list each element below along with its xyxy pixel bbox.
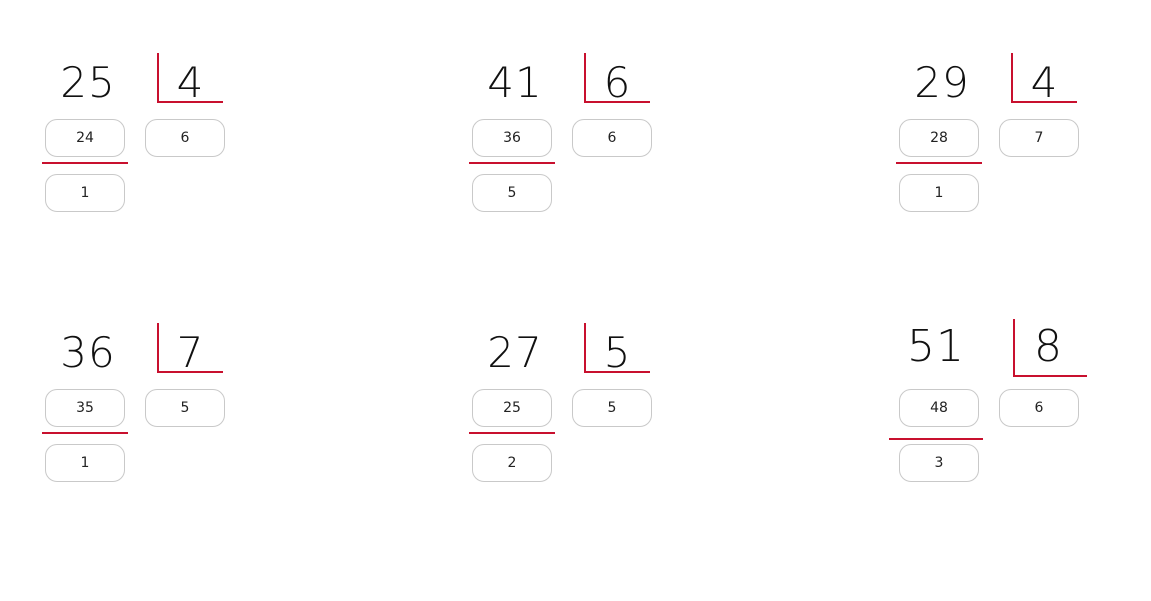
divisor: 5	[603, 328, 631, 377]
remainder-input[interactable]	[472, 174, 552, 212]
remainder-input[interactable]	[899, 174, 979, 212]
quotient-input[interactable]	[145, 389, 225, 427]
divisor: 7	[176, 328, 204, 377]
remainder-input[interactable]	[45, 444, 125, 482]
dividend: 41	[487, 58, 543, 107]
subtraction-line	[42, 162, 128, 164]
division-problem-6: 51 8	[889, 319, 1099, 503]
dividend: 36	[60, 328, 116, 377]
dividend: 27	[487, 328, 543, 377]
subtracted-input[interactable]	[472, 389, 552, 427]
remainder-input[interactable]	[45, 174, 125, 212]
subtracted-input[interactable]	[45, 389, 125, 427]
division-problem-5: 27 5	[469, 323, 672, 503]
subtraction-line	[469, 162, 555, 164]
divisor: 4	[1030, 58, 1058, 107]
division-problem-2: 41 6	[469, 53, 672, 233]
dividend: 29	[914, 58, 970, 107]
remainder-input[interactable]	[899, 444, 979, 482]
division-problem-1: 25 4	[42, 53, 245, 233]
quotient-input[interactable]	[572, 389, 652, 427]
subtracted-input[interactable]	[899, 389, 979, 427]
divisor: 8	[1034, 321, 1062, 372]
dividend: 51	[907, 321, 965, 372]
quotient-input[interactable]	[572, 119, 652, 157]
division-problem-3: 29 4	[896, 53, 1099, 233]
subtraction-line	[469, 432, 555, 434]
division-problem-4: 36 7	[42, 323, 245, 503]
quotient-input[interactable]	[999, 389, 1079, 427]
subtracted-input[interactable]	[472, 119, 552, 157]
divisor: 4	[176, 58, 204, 107]
subtracted-input[interactable]	[45, 119, 125, 157]
remainder-input[interactable]	[472, 444, 552, 482]
quotient-input[interactable]	[999, 119, 1079, 157]
subtracted-input[interactable]	[899, 119, 979, 157]
quotient-input[interactable]	[145, 119, 225, 157]
dividend: 25	[60, 58, 116, 107]
subtraction-line	[896, 162, 982, 164]
subtraction-line	[889, 438, 983, 440]
divisor: 6	[603, 58, 631, 107]
subtraction-line	[42, 432, 128, 434]
